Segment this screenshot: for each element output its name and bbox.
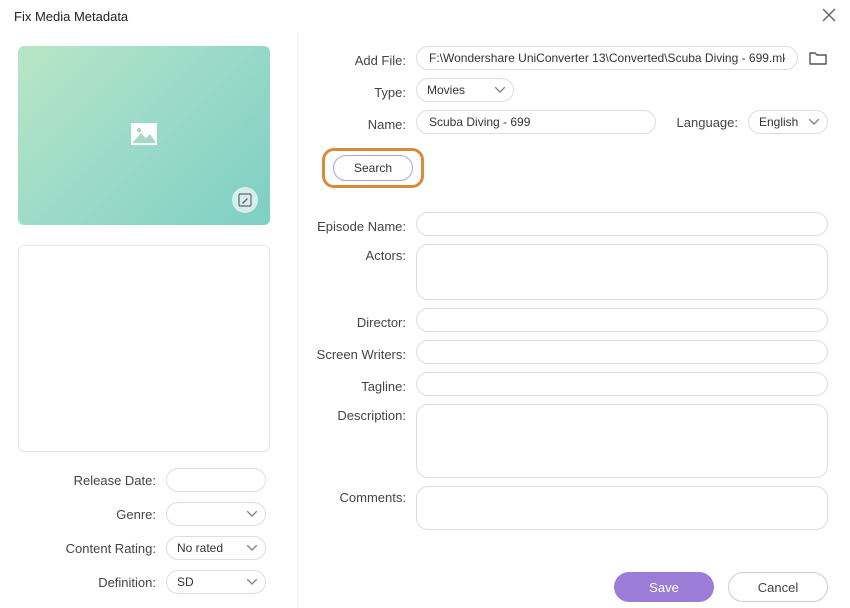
- tagline-label: Tagline:: [312, 375, 416, 394]
- definition-label: Definition:: [18, 575, 166, 590]
- right-pane: Add File: Type: Movies Name: Language: E…: [298, 32, 850, 608]
- folder-icon[interactable]: [808, 49, 828, 67]
- footer-buttons: Save Cancel: [614, 572, 828, 602]
- add-file-input[interactable]: [416, 46, 798, 70]
- content-rating-select[interactable]: No rated: [166, 536, 266, 560]
- genre-label: Genre:: [18, 507, 166, 522]
- name-label: Name:: [312, 113, 416, 132]
- language-label: Language:: [677, 115, 738, 130]
- director-label: Director:: [312, 311, 416, 330]
- image-placeholder-icon: [130, 122, 158, 146]
- actors-label: Actors:: [312, 244, 416, 300]
- edit-thumbnail-button[interactable]: [232, 187, 258, 213]
- tagline-input[interactable]: [416, 372, 828, 396]
- name-input[interactable]: [416, 110, 656, 134]
- main-content: Release Date: Genre: Content Rating: No …: [0, 32, 850, 608]
- type-label: Type:: [312, 81, 416, 100]
- genre-select[interactable]: [166, 502, 266, 526]
- screen-writers-label: Screen Writers:: [312, 343, 416, 362]
- search-highlight: Search: [322, 148, 424, 188]
- description-input[interactable]: [416, 404, 828, 478]
- release-date-input[interactable]: [166, 468, 266, 492]
- close-icon[interactable]: [822, 7, 836, 25]
- save-button[interactable]: Save: [614, 572, 714, 602]
- type-select[interactable]: Movies: [416, 78, 514, 102]
- metadata-preview-box: [18, 245, 270, 452]
- comments-input[interactable]: [416, 486, 828, 530]
- episode-name-label: Episode Name:: [312, 215, 416, 234]
- comments-label: Comments:: [312, 486, 416, 530]
- actors-input[interactable]: [416, 244, 828, 300]
- pencil-icon: [238, 193, 252, 207]
- content-rating-label: Content Rating:: [18, 541, 166, 556]
- titlebar: Fix Media Metadata: [0, 0, 850, 32]
- language-select[interactable]: English: [748, 110, 828, 134]
- release-date-label: Release Date:: [18, 473, 166, 488]
- episode-name-input[interactable]: [416, 212, 828, 236]
- description-label: Description:: [312, 404, 416, 478]
- media-thumbnail: [18, 46, 270, 225]
- add-file-label: Add File:: [312, 49, 416, 68]
- director-input[interactable]: [416, 308, 828, 332]
- window-title: Fix Media Metadata: [14, 9, 128, 24]
- left-form: Release Date: Genre: Content Rating: No …: [18, 468, 279, 594]
- definition-select[interactable]: SD: [166, 570, 266, 594]
- search-button[interactable]: Search: [333, 155, 413, 181]
- screen-writers-input[interactable]: [416, 340, 828, 364]
- left-pane: Release Date: Genre: Content Rating: No …: [0, 32, 298, 608]
- cancel-button[interactable]: Cancel: [728, 572, 828, 602]
